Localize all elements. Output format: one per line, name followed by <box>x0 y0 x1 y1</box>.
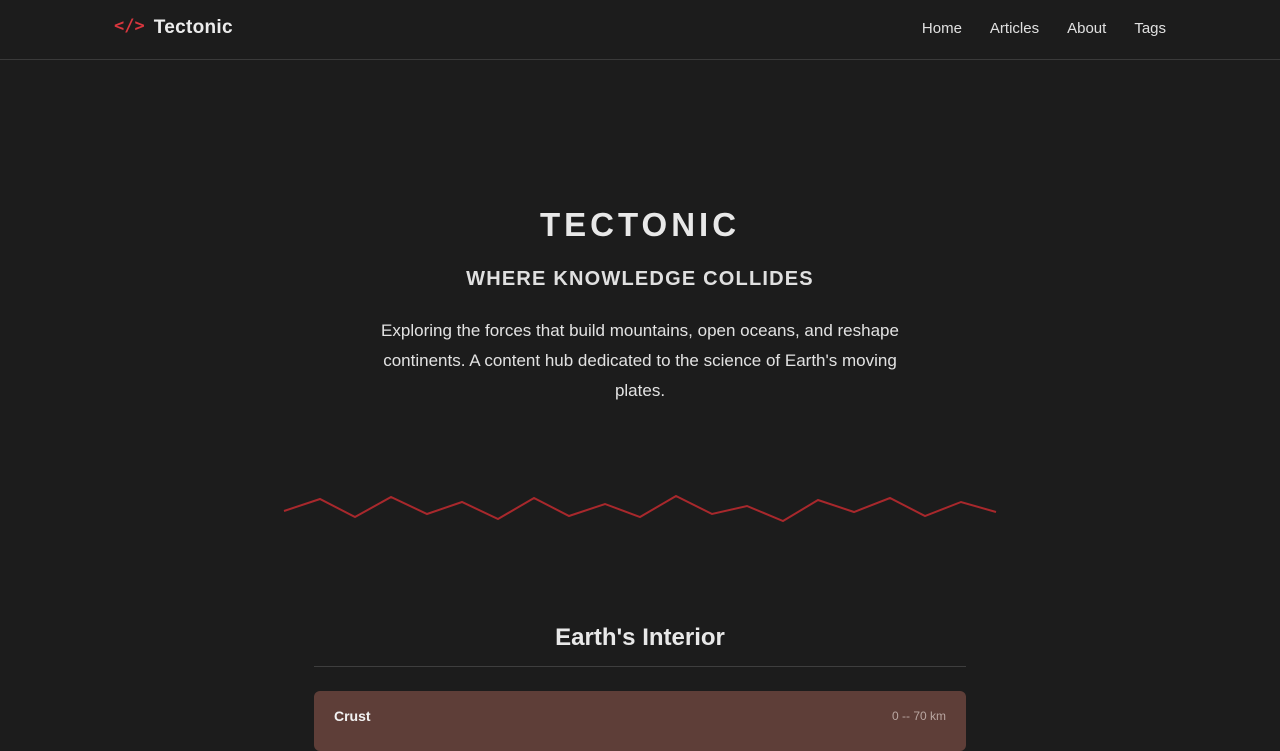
brand-link[interactable]: </> Tectonic <box>114 16 233 39</box>
section-title: Earth's Interior <box>555 624 725 651</box>
fault-line-path <box>283 494 997 523</box>
nav-link-tags[interactable]: Tags <box>1134 20 1166 37</box>
navbar: </> Tectonic Home Articles About Tags <box>0 0 1280 60</box>
hero-description: Exploring the forces that build mountain… <box>381 321 899 400</box>
hero-title: TECTONIC <box>539 206 741 243</box>
fault-line-divider <box>283 494 997 523</box>
hero-subtitle: WHERE KNOWLEDGE COLLIDES <box>466 268 814 290</box>
nav-links: Home Articles About Tags <box>922 20 1166 37</box>
layer-depth: 0 -- 70 km <box>891 709 946 723</box>
layer-name: Crust <box>334 708 371 724</box>
nav-link-articles[interactable]: Articles <box>990 20 1039 37</box>
section-divider <box>314 666 966 667</box>
nav-link-home[interactable]: Home <box>922 20 962 37</box>
nav-link-about[interactable]: About <box>1067 20 1106 37</box>
code-brackets-icon: </> <box>114 16 145 36</box>
brand-name: Tectonic <box>153 17 233 38</box>
layer-card-crust[interactable]: Crust 0 -- 70 km <box>314 691 966 751</box>
